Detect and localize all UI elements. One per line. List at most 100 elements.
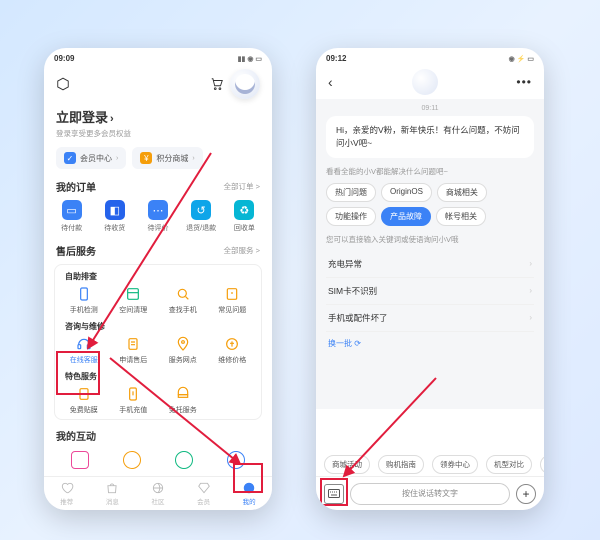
qa-sim[interactable]: SIM卡不识别› bbox=[326, 278, 534, 305]
category-chips: 热门问题 OriginOS 商城相关 功能操作 产品故障 帐号相关 bbox=[326, 183, 534, 226]
chevron-right-icon: › bbox=[110, 113, 114, 125]
tab-label: 社区 bbox=[151, 496, 164, 506]
label: 申请售后 bbox=[119, 355, 147, 365]
interact-1[interactable] bbox=[71, 451, 89, 469]
pill-label: 会员中心 bbox=[80, 153, 112, 164]
chip-fault[interactable]: 产品故障 bbox=[381, 207, 431, 226]
status-time: 09:12 bbox=[326, 54, 346, 63]
quick-compare[interactable]: 机型对比 bbox=[486, 455, 532, 474]
clean-icon bbox=[125, 286, 141, 302]
refresh-link[interactable]: 换一批 ⟳ bbox=[326, 332, 534, 355]
plus-button[interactable]: + bbox=[516, 484, 536, 504]
quick-more[interactable]: 以 bbox=[540, 455, 544, 474]
consult-grid: 在线客服 申请售后 服务网点 维修价格 bbox=[59, 336, 257, 365]
qa-charge[interactable]: 充电异常› bbox=[326, 251, 534, 278]
orders-head: 我的订单 全部订单 > bbox=[44, 175, 272, 198]
section-title: 我的订单 bbox=[56, 179, 96, 194]
section-title: 售后服务 bbox=[56, 243, 96, 258]
interact-3[interactable] bbox=[175, 451, 193, 469]
special-film[interactable]: 免费贴膜 bbox=[59, 386, 109, 415]
qa-list: 充电异常› SIM卡不识别› 手机或配件坏了› bbox=[326, 251, 534, 332]
interact-row bbox=[44, 447, 272, 469]
chip-account[interactable]: 帐号相关 bbox=[436, 207, 486, 226]
special-service[interactable]: 免托服务 bbox=[158, 386, 208, 415]
label: 待评价 bbox=[147, 223, 168, 233]
interact-4[interactable] bbox=[227, 451, 245, 469]
order-pending-receive[interactable]: ◧ 待收货 bbox=[96, 200, 134, 233]
interact-head: 我的互动 bbox=[44, 424, 272, 447]
tab-member[interactable]: 会员 bbox=[197, 481, 211, 506]
aftersale-card: 自助排查 手机检测 空间清理 查找手机 常见问题 咨询与维修 在线客服 申请售后… bbox=[54, 264, 262, 420]
aftersale-more-link[interactable]: 全部服务 > bbox=[224, 245, 260, 256]
tab-recommend[interactable]: 推荐 bbox=[60, 481, 74, 506]
qa-broken[interactable]: 手机或配件坏了› bbox=[326, 305, 534, 332]
empty bbox=[208, 386, 258, 415]
hint-capability: 看看全能的小V都能解决什么问题吧~ bbox=[326, 166, 534, 177]
tab-community[interactable]: 社区 bbox=[151, 481, 165, 506]
consult-service-point[interactable]: 服务网点 bbox=[158, 336, 208, 365]
label: 常见问题 bbox=[218, 305, 246, 315]
label: 待收货 bbox=[104, 223, 125, 233]
order-recycle[interactable]: ♻回收单 bbox=[225, 200, 263, 233]
chip-originos[interactable]: OriginOS bbox=[381, 183, 432, 202]
qa-label: 手机或配件坏了 bbox=[328, 312, 388, 324]
chevron-right-icon: › bbox=[529, 286, 532, 295]
label: 待付款 bbox=[61, 223, 82, 233]
back-button[interactable]: ‹ bbox=[328, 74, 333, 90]
quick-coupon[interactable]: 领券中心 bbox=[432, 455, 478, 474]
self-faq[interactable]: 常见问题 bbox=[208, 286, 258, 315]
points-mall-pill[interactable]: ¥积分商城› bbox=[132, 147, 202, 169]
chat-timestamp: 09:11 bbox=[326, 105, 534, 112]
input-bar: 按住说话转文字 + bbox=[316, 476, 544, 510]
quick-activity[interactable]: 商城活动 bbox=[324, 455, 370, 474]
cart-icon[interactable] bbox=[210, 77, 224, 91]
avatar[interactable] bbox=[230, 69, 260, 99]
self-space-clean[interactable]: 空间清理 bbox=[109, 286, 159, 315]
self-find-phone[interactable]: 查找手机 bbox=[158, 286, 208, 315]
phone-right: 09:12 ◉ ⚡ ▭ ‹ ••• 09:11 Hi，亲爱的V粉，新年快乐！有什… bbox=[316, 48, 544, 510]
consult-apply[interactable]: 申请售后 bbox=[109, 336, 159, 365]
status-icons: ▮▮ ◉ ▭ bbox=[238, 55, 262, 63]
special-recharge[interactable]: 手机充值 bbox=[109, 386, 159, 415]
consult-online-service[interactable]: 在线客服 bbox=[59, 336, 109, 365]
chevron-right-icon: › bbox=[529, 259, 532, 268]
aftersale-head: 售后服务 全部服务 > bbox=[44, 239, 272, 262]
coin-icon: ¥ bbox=[140, 152, 152, 164]
order-pending-pay[interactable]: ▭待付款 bbox=[53, 200, 91, 233]
self-phone-check[interactable]: 手机检测 bbox=[59, 286, 109, 315]
circle-icon bbox=[175, 451, 193, 469]
tab-message[interactable]: 消息 bbox=[105, 481, 119, 506]
order-pending-review[interactable]: ⋯ 待评价 bbox=[139, 200, 177, 233]
chevron-right-icon: › bbox=[116, 155, 118, 162]
label: 回收单 bbox=[234, 223, 255, 233]
settings-hex-icon[interactable] bbox=[56, 77, 70, 91]
tab-mine[interactable]: 我的 bbox=[242, 481, 256, 506]
service-icon bbox=[175, 386, 191, 402]
consult-repair-price[interactable]: 维修价格 bbox=[208, 336, 258, 365]
box-icon: ◧ bbox=[105, 200, 125, 220]
keyboard-button[interactable] bbox=[324, 484, 344, 504]
label: 手机检测 bbox=[70, 305, 98, 315]
label: 查找手机 bbox=[169, 305, 197, 315]
voice-input[interactable]: 按住说话转文字 bbox=[350, 483, 510, 505]
chip-mall[interactable]: 商城相关 bbox=[437, 183, 487, 202]
orders-row: ▭待付款 ◧ 待收货 ⋯ 待评价 ↺退货/退款 ♻回收单 bbox=[44, 198, 272, 239]
member-center-pill[interactable]: ✓会员中心› bbox=[56, 147, 126, 169]
more-button[interactable]: ••• bbox=[516, 75, 532, 89]
login-block[interactable]: 立即登录› 登录享受更多会员权益 bbox=[44, 103, 272, 139]
orders-more-link[interactable]: 全部订单 > bbox=[224, 181, 260, 192]
status-icons: ◉ ⚡ ▭ bbox=[509, 55, 534, 63]
chevron-right-icon: › bbox=[192, 155, 194, 162]
recharge-icon bbox=[125, 386, 141, 402]
chat-icon: ⋯ bbox=[148, 200, 168, 220]
chip-hot[interactable]: 热门问题 bbox=[326, 183, 376, 202]
phone-check-icon bbox=[76, 286, 92, 302]
label: 维修价格 bbox=[218, 355, 246, 365]
quick-guide[interactable]: 购机指南 bbox=[378, 455, 424, 474]
order-refund[interactable]: ↺退货/退款 bbox=[182, 200, 220, 233]
tab-bar: 推荐 消息 社区 会员 我的 bbox=[44, 476, 272, 510]
pill-row: ✓会员中心› ¥积分商城› bbox=[44, 139, 272, 175]
interact-2[interactable] bbox=[123, 451, 141, 469]
bot-avatar bbox=[412, 69, 438, 95]
chip-function[interactable]: 功能操作 bbox=[326, 207, 376, 226]
